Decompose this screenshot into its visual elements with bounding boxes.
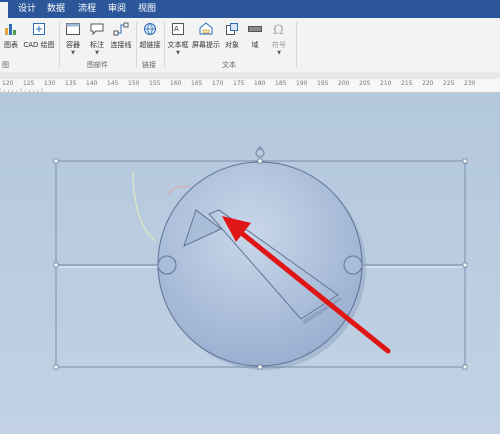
ribbon-spacer: [0, 72, 500, 79]
textbox-dropdown-icon[interactable]: ▼: [166, 50, 190, 56]
ribbon-tab-bar: 设计 数据 流程 审阅 视图: [0, 0, 500, 18]
tab-design[interactable]: 设计: [18, 0, 36, 18]
cad-icon: [33, 23, 45, 35]
tab-review[interactable]: 审阅: [108, 0, 126, 18]
ruler-tick-label: 170: [212, 80, 224, 87]
canvas-drawing: [53, 146, 468, 370]
ruler-tick-label: 130: [44, 80, 56, 87]
group-separator: [296, 22, 297, 68]
handle-top-left[interactable]: [53, 158, 59, 164]
handle-middle-left[interactable]: [53, 262, 59, 268]
handle-bottom-center[interactable]: [257, 364, 263, 370]
handle-middle-right[interactable]: [462, 262, 468, 268]
curve-line: [132, 170, 156, 242]
group-separator: [59, 22, 60, 68]
ruler-tick-label: 160: [170, 80, 182, 87]
container-button[interactable]: 容器 ▼: [62, 22, 84, 56]
group-label-text: 文本: [222, 61, 236, 69]
meter-disc[interactable]: [157, 161, 363, 367]
ruler-tick-label: 205: [359, 80, 371, 87]
ruler-tick-label: 125: [23, 80, 35, 87]
tab-data[interactable]: 数据: [47, 0, 65, 18]
rotate-handle-icon[interactable]: [255, 146, 265, 158]
chart-icon: [5, 24, 16, 35]
ruler-tick-label: 210: [380, 80, 392, 87]
ruler-tick-label: 180: [254, 80, 266, 87]
object-button[interactable]: 对象: [222, 22, 242, 50]
object-icon: [226, 23, 238, 35]
handle-top-center[interactable]: [257, 158, 263, 164]
ruler-tick-label: 135: [65, 80, 77, 87]
ruler-tick-label: 140: [86, 80, 98, 87]
ruler-tick-label: 120: [2, 80, 14, 87]
ruler-tick-label: 155: [149, 80, 161, 87]
ruler-tick-label: 185: [275, 80, 287, 87]
textbox-button[interactable]: A 文本框 ▼: [166, 22, 190, 56]
ruler-tick-label: 150: [128, 80, 140, 87]
ruler-tick-label: 190: [296, 80, 308, 87]
cad-drawing-button[interactable]: CAD 绘图: [22, 22, 56, 50]
symbol-dropdown-icon[interactable]: ▼: [268, 50, 290, 56]
horizontal-ruler: 120 125 130 135 140 145 150 155 160 165 …: [0, 79, 500, 93]
group-separator: [164, 22, 165, 68]
handle-bottom-right[interactable]: [462, 364, 468, 370]
tab-insert-active[interactable]: [0, 2, 8, 18]
ruler-tick-label: 215: [401, 80, 413, 87]
callout-icon: [90, 23, 104, 36]
ribbon: 图表 CAD 绘图 容器 ▼ 标注 ▼ 连接线 超链接 A 文本框 ▼ 屏幕提示…: [0, 18, 500, 73]
ruler-tick-label: 175: [233, 80, 245, 87]
symbol-button[interactable]: Ω 符号 ▼: [268, 22, 290, 56]
callout-dropdown-icon[interactable]: ▼: [86, 50, 108, 56]
tab-process[interactable]: 流程: [78, 0, 96, 18]
field-icon: [248, 26, 262, 32]
handle-bottom-left[interactable]: [53, 364, 59, 370]
container-icon: [66, 23, 80, 35]
ruler-tick-label: 230: [464, 80, 476, 87]
screentip-icon: [199, 22, 213, 35]
svg-text:Ω: Ω: [273, 23, 284, 36]
tab-view[interactable]: 视图: [138, 0, 156, 18]
field-button[interactable]: 域: [246, 22, 264, 50]
ruler-tick-label: 165: [191, 80, 203, 87]
symbol-icon: Ω: [273, 23, 284, 38]
textbox-icon: A: [172, 23, 184, 35]
ruler-tick-label: 220: [422, 80, 434, 87]
svg-text:A: A: [174, 25, 179, 33]
ruler-tick-label: 225: [443, 80, 455, 87]
ruler-tick-label: 200: [338, 80, 350, 87]
container-dropdown-icon[interactable]: ▼: [62, 50, 84, 56]
handle-top-right[interactable]: [462, 158, 468, 164]
left-terminal[interactable]: [157, 255, 177, 275]
chart-button[interactable]: 图表: [2, 22, 20, 50]
screentip-button[interactable]: 屏幕提示: [191, 22, 221, 50]
group-label-diagram-parts: 图部件: [87, 61, 108, 69]
group-label-links: 链接: [142, 61, 156, 69]
callout-button[interactable]: 标注 ▼: [86, 22, 108, 56]
ruler-tick-label: 195: [317, 80, 329, 87]
hyperlink-icon: [144, 23, 156, 35]
ruler-tick-label: 145: [107, 80, 119, 87]
group-separator: [136, 22, 137, 68]
connector-button[interactable]: 连接线: [108, 22, 134, 50]
hyperlink-button[interactable]: 超链接: [139, 22, 161, 50]
group-label-illustrations: 图: [2, 61, 9, 69]
connector-icon: [113, 22, 129, 36]
right-terminal[interactable]: [343, 255, 363, 275]
drawing-canvas[interactable]: [0, 93, 500, 434]
